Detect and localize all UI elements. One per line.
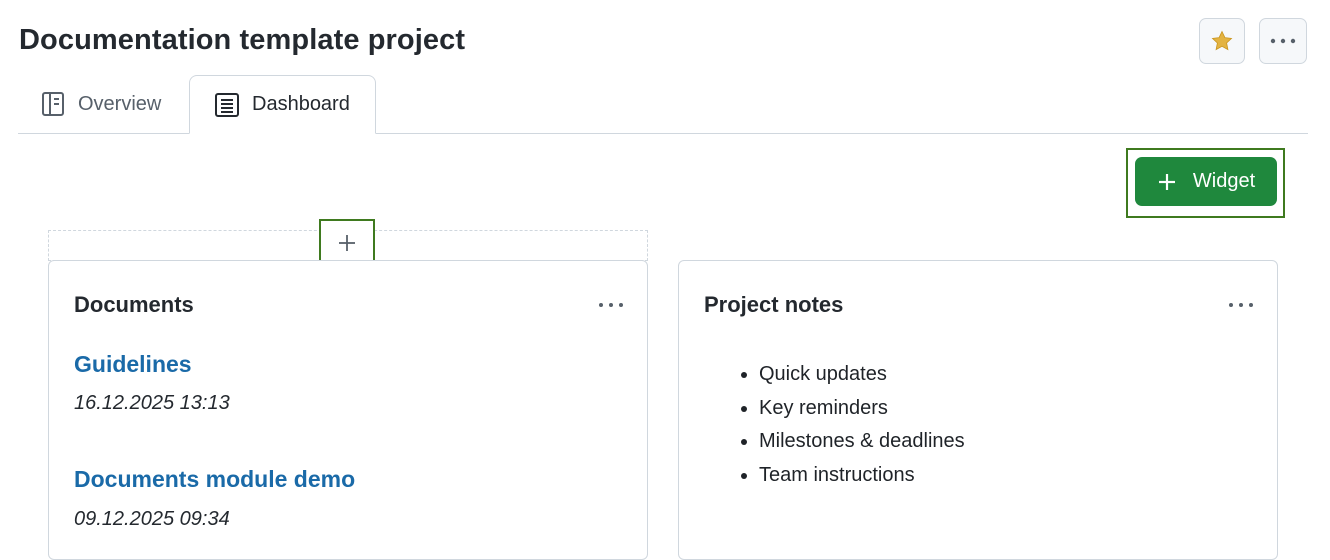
kebab-horizontal-icon <box>599 303 623 307</box>
tab-bar: Overview Dashboard <box>18 75 1308 134</box>
plus-icon <box>1158 173 1175 190</box>
document-date: 09.12.2025 09:34 <box>74 508 230 530</box>
add-widget-button[interactable]: Widget <box>1135 157 1277 206</box>
tab-dashboard[interactable]: Dashboard <box>189 75 376 134</box>
documents-widget-title: Documents <box>74 292 194 317</box>
plus-icon <box>339 235 355 251</box>
document-date: 16.12.2025 13:13 <box>74 392 230 414</box>
add-widget-label: Widget <box>1192 170 1256 192</box>
project-notes-widget: Project notes Quick updates Key reminder… <box>678 260 1278 560</box>
project-notes-widget-menu-button[interactable] <box>1227 297 1255 313</box>
tab-overview-label: Overview <box>78 92 162 115</box>
tab-dashboard-label: Dashboard <box>252 93 350 115</box>
kebab-horizontal-icon <box>1270 38 1296 44</box>
favorite-button[interactable] <box>1199 18 1245 64</box>
documents-widget-menu-button[interactable] <box>597 297 625 313</box>
project-notes-widget-title: Project notes <box>704 292 844 317</box>
list-item: Team instructions <box>759 459 965 493</box>
list-item: Quick updates <box>759 358 965 392</box>
kebab-horizontal-icon <box>1229 303 1253 307</box>
more-options-button[interactable] <box>1259 18 1307 64</box>
list-icon <box>215 92 239 117</box>
list-item: Milestones & deadlines <box>759 425 965 459</box>
notes-list: Quick updates Key reminders Milestones &… <box>735 358 965 492</box>
page-title: Documentation template project <box>19 24 466 56</box>
tab-overview[interactable]: Overview <box>40 75 161 133</box>
star-icon <box>1211 30 1233 51</box>
book-icon <box>42 92 64 116</box>
document-link[interactable]: Documents module demo <box>74 466 355 493</box>
documents-widget: Documents Guidelines 16.12.2025 13:13 Do… <box>48 260 648 560</box>
document-link[interactable]: Guidelines <box>74 351 192 378</box>
list-item: Key reminders <box>759 392 965 426</box>
